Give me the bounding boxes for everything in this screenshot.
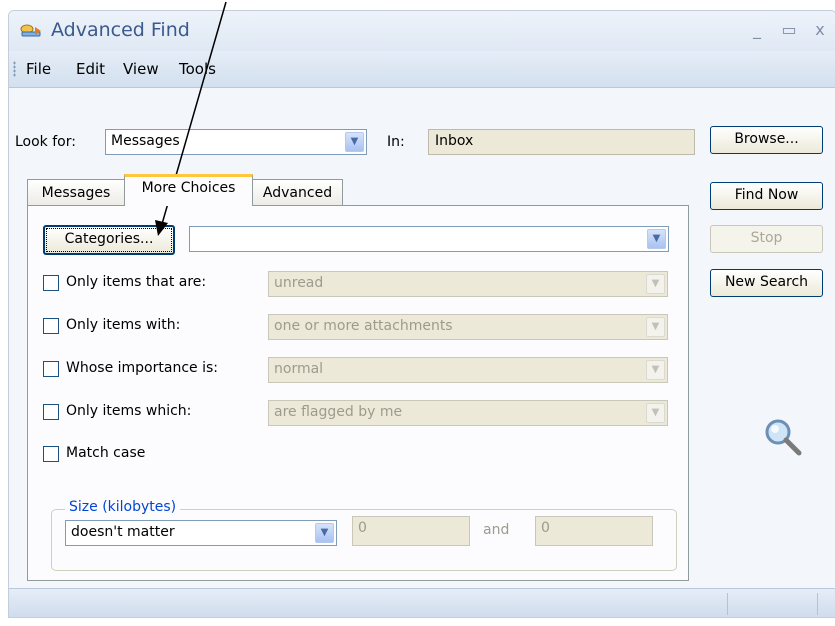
tab-more-choices[interactable]: More Choices — [124, 174, 253, 206]
annotation-arrow — [0, 0, 835, 626]
